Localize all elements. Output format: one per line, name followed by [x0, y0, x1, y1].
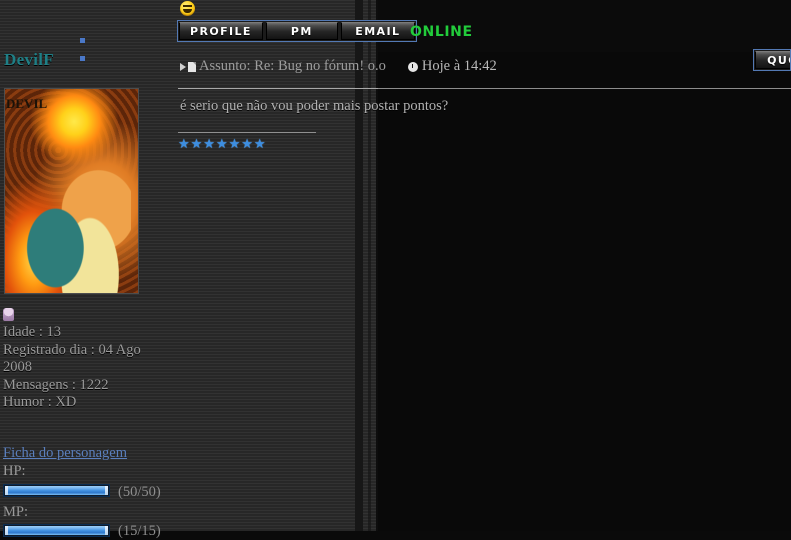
rank-dots	[80, 30, 102, 61]
avatar[interactable]: DEVIL	[4, 88, 139, 294]
hp-bar-cap-left	[5, 486, 8, 495]
post-subject[interactable]: Re: Bug no fórum! o.o	[254, 58, 386, 75]
document-icon	[188, 61, 196, 72]
signature-stars: ★★★★★★★	[178, 136, 267, 151]
post-action-buttons: PROFILE PM EMAIL	[177, 20, 417, 42]
hp-label: HP:	[3, 463, 26, 479]
profile-column: DevilF DEVIL Idade : 13 Registrado dia :…	[0, 0, 175, 539]
profile-info-line: 2008	[3, 359, 32, 375]
subject-prefix: Assunto:	[199, 58, 251, 74]
column-divider-2	[368, 0, 371, 531]
email-button[interactable]: EMAIL	[340, 22, 415, 40]
hp-bar	[3, 484, 110, 497]
column-divider-1	[355, 0, 363, 531]
rank-dot	[80, 38, 85, 43]
grin-smiley-icon	[180, 1, 195, 16]
clock-icon	[407, 61, 418, 72]
rank-pixel-icon	[3, 308, 14, 321]
mp-label: MP:	[3, 504, 28, 520]
quote-button[interactable]: QUOTE	[755, 51, 790, 69]
avatar-character	[23, 143, 131, 293]
profile-button[interactable]: PROFILE	[179, 22, 263, 40]
post-timestamp: Hoje à 14:42	[421, 58, 497, 74]
hp-value: (50/50)	[118, 484, 161, 500]
post-divider-left	[178, 88, 378, 89]
profile-info-line: Idade : 13	[3, 324, 61, 340]
profile-info-line: Registrado dia : 04 Ago	[3, 341, 141, 358]
quote-button-container: QUOTE	[753, 49, 791, 71]
hp-bar-fill	[5, 486, 108, 495]
username[interactable]: DevilF	[4, 50, 54, 70]
post-subject-row: Assunto: Re: Bug no fórum! o.o Hoje à 14…	[180, 58, 497, 75]
character-sheet-link[interactable]: Ficha do personagem	[3, 445, 127, 462]
mp-value: (15/15)	[118, 523, 161, 539]
post-content-pane	[378, 0, 791, 531]
post-message: é serio que não vou poder mais postar po…	[180, 98, 449, 114]
post-divider	[378, 88, 791, 89]
profile-info-block: Idade : 13 Registrado dia : 04 Ago 2008 …	[3, 324, 173, 412]
rank-dot	[80, 56, 85, 61]
online-status-badge: ONLINE	[410, 24, 473, 40]
signature-divider	[178, 132, 316, 133]
profile-info-line: Mensagens : 1222	[3, 376, 109, 393]
arrow-right-icon	[180, 62, 186, 71]
pm-button[interactable]: PM	[265, 22, 338, 40]
profile-info-line: Humor : XD	[3, 394, 77, 410]
forum-page: DevilF DEVIL Idade : 13 Registrado dia :…	[0, 0, 791, 539]
hp-bar-cap-right	[105, 486, 108, 495]
avatar-overlay-text: DEVIL	[6, 95, 47, 112]
